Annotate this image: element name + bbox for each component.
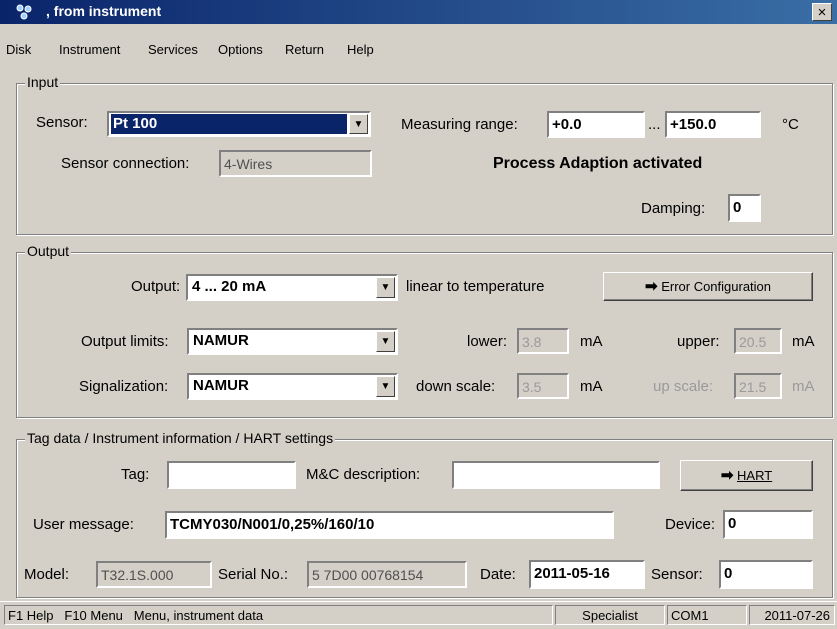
- error-configuration-button[interactable]: ➡ Error Configuration: [603, 272, 813, 301]
- device-field[interactable]: 0: [723, 510, 813, 539]
- close-button[interactable]: ×: [812, 3, 832, 21]
- date-label: Date:: [480, 566, 516, 583]
- sensor-label: Sensor:: [36, 114, 88, 131]
- process-adaption-status: Process Adaption activated: [493, 155, 703, 172]
- up-scale-label: up scale:: [653, 378, 714, 395]
- output-limits-select[interactable]: NAMUR ▼: [187, 328, 398, 355]
- sensor-number-field[interactable]: 0: [719, 560, 813, 589]
- hart-button-label: HART: [737, 468, 773, 483]
- measuring-range-label: Measuring range:: [401, 116, 518, 133]
- model-field: T32.1S.000: [96, 561, 212, 588]
- down-scale-field: 3.5: [517, 373, 569, 399]
- chevron-down-icon[interactable]: ▼: [376, 331, 395, 352]
- menu-disk[interactable]: Disk: [6, 42, 31, 57]
- range-separator: ...: [648, 116, 661, 133]
- output-limits-value: NAMUR: [193, 332, 249, 349]
- mc-description-label: M&C description:: [306, 466, 421, 483]
- signalization-value: NAMUR: [193, 377, 249, 394]
- serial-label: Serial No.:: [218, 566, 289, 583]
- status-bar: F1 Help F10 Menu Menu, instrument data S…: [0, 601, 837, 629]
- tag-group-label: Tag data / Instrument information / HART…: [25, 430, 336, 446]
- up-scale-unit: mA: [792, 378, 815, 395]
- damping-label: Damping:: [641, 200, 706, 217]
- signalization-label: Signalization:: [79, 378, 169, 395]
- tag-field[interactable]: [167, 461, 296, 489]
- down-scale-label: down scale:: [416, 378, 496, 395]
- status-role: Specialist: [555, 605, 665, 625]
- sensor-connection-field: 4-Wires: [219, 150, 372, 177]
- lower-unit: mA: [580, 333, 603, 350]
- status-f10-menu[interactable]: F10 Menu: [64, 608, 123, 623]
- serial-field: 5 7D00 00768154: [307, 561, 467, 588]
- mc-description-field[interactable]: [452, 461, 660, 489]
- menu-instrument[interactable]: Instrument: [59, 42, 120, 57]
- chevron-down-icon[interactable]: ▼: [376, 277, 395, 298]
- status-port: COM1: [667, 605, 747, 625]
- status-panel-main: F1 Help F10 Menu Menu, instrument data: [4, 605, 553, 625]
- up-scale-field: 21.5: [734, 373, 782, 399]
- menu-help[interactable]: Help: [347, 42, 374, 57]
- user-message-label: User message:: [33, 516, 134, 533]
- window-title: , from instrument: [46, 3, 162, 19]
- status-date: 2011-07-26: [749, 605, 835, 625]
- tag-label: Tag:: [121, 466, 150, 483]
- hart-button[interactable]: ➡ HART: [680, 460, 813, 491]
- model-label: Model:: [24, 566, 70, 583]
- linear-text: linear to temperature: [406, 278, 545, 295]
- device-label: Device:: [665, 516, 716, 533]
- date-field[interactable]: 2011-05-16: [529, 560, 645, 589]
- chevron-down-icon[interactable]: ▼: [349, 114, 368, 134]
- instrument-icon: [16, 4, 32, 20]
- lower-field: 3.8: [517, 328, 569, 354]
- arrow-right-icon: ➡: [644, 278, 658, 295]
- range-min-field[interactable]: +0.0: [547, 111, 645, 138]
- sensor-select[interactable]: Pt 100 ▼: [107, 111, 371, 137]
- upper-label: upper:: [677, 333, 720, 350]
- output-group-label: Output: [25, 243, 72, 259]
- error-configuration-label: Error Configuration: [661, 279, 772, 294]
- output-label: Output:: [131, 278, 181, 295]
- user-message-field[interactable]: TCMY030/N001/0,25%/160/10: [165, 511, 614, 539]
- sensor-connection-label: Sensor connection:: [61, 155, 190, 172]
- arrow-right-icon: ➡: [720, 467, 734, 484]
- down-scale-unit: mA: [580, 378, 603, 395]
- menu-return[interactable]: Return: [285, 42, 324, 57]
- status-f1-help[interactable]: F1 Help: [8, 608, 54, 623]
- input-group-label: Input: [25, 74, 61, 90]
- sensor-number-label: Sensor:: [651, 566, 703, 583]
- menu-options[interactable]: Options: [218, 42, 263, 57]
- upper-field: 20.5: [734, 328, 782, 354]
- range-unit: °C: [782, 116, 799, 133]
- output-select-value: 4 ... 20 mA: [192, 278, 267, 295]
- chevron-down-icon[interactable]: ▼: [376, 376, 395, 397]
- damping-field[interactable]: 0: [728, 194, 761, 222]
- upper-unit: mA: [792, 333, 815, 350]
- output-limits-label: Output limits:: [81, 333, 169, 350]
- lower-label: lower:: [467, 333, 508, 350]
- sensor-select-value: Pt 100: [111, 114, 347, 134]
- output-select[interactable]: 4 ... 20 mA ▼: [186, 274, 398, 301]
- range-max-field[interactable]: +150.0: [665, 111, 761, 138]
- menu-services[interactable]: Services: [148, 42, 198, 57]
- status-message: Menu, instrument data: [133, 608, 264, 623]
- menu-bar: [0, 24, 837, 62]
- signalization-select[interactable]: NAMUR ▼: [187, 373, 398, 400]
